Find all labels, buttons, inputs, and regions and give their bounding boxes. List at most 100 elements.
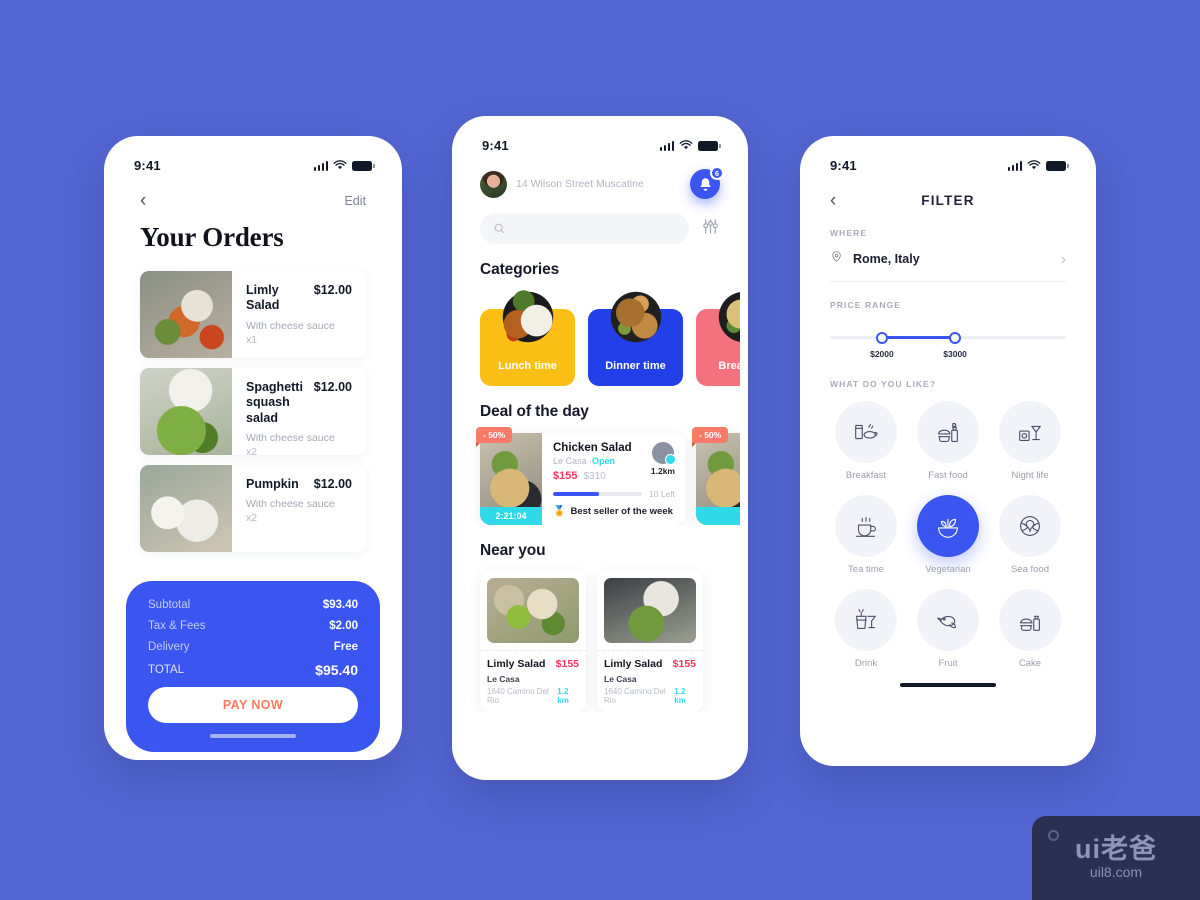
category-card-lunch[interactable]: Lunch time: [480, 281, 575, 386]
category-label: Lunch time: [498, 360, 557, 372]
near-restaurant: Le Casa: [604, 674, 637, 684]
notification-block[interactable]: 6: [690, 166, 724, 199]
near-price: $155: [555, 658, 579, 670]
preference-vegetarian[interactable]: Vegetarian: [916, 495, 980, 575]
preference-nightlife[interactable]: Night life: [998, 401, 1062, 481]
near-price: $155: [672, 658, 696, 670]
likes-label: WHAT DO YOU LIKE?: [830, 379, 937, 389]
order-name: Spaghetti squash salad: [246, 380, 303, 425]
status-bar: 9:41: [808, 144, 1088, 177]
category-card-dinner[interactable]: Dinner time: [588, 281, 683, 386]
vegetarian-icon[interactable]: [917, 495, 979, 557]
price-range-slider[interactable]: $2000 $3000: [808, 331, 1088, 361]
preference-label: Fast food: [928, 470, 968, 481]
order-header: Limly Salad $12.00: [246, 283, 352, 314]
phone-filter: 9:41 ‹ FILTER WHERE Rome, Italy › PRICE …: [800, 136, 1096, 766]
nightlife-icon[interactable]: [999, 401, 1061, 463]
cake-icon[interactable]: [999, 589, 1061, 651]
drink-icon[interactable]: [835, 589, 897, 651]
summary-row-subtotal: Subtotal $93.40: [148, 599, 358, 611]
preference-fruit[interactable]: Fruit: [916, 589, 980, 669]
preference-teatime[interactable]: Tea time: [834, 495, 898, 575]
deal-info: Chicken Salad Le Casa ·Open $155 $310: [553, 442, 632, 482]
avatar[interactable]: [480, 170, 507, 198]
discount-badge: - 50%: [692, 427, 729, 447]
deal-distance-block: 1.2km: [651, 442, 676, 476]
page-title: FILTER: [921, 193, 975, 208]
progress-track: [553, 492, 642, 496]
slider-handle-min[interactable]: [875, 331, 888, 344]
watermark: ui老爸 uil8.com: [1032, 816, 1200, 900]
deal-card[interactable]: - 50% 2:21:04 Chicken Salad Le Casa ·Ope…: [476, 427, 685, 525]
order-row[interactable]: Limly Salad $12.00 With cheese sauce x1: [140, 271, 366, 358]
medal-icon: 🏅: [553, 506, 566, 517]
address-block[interactable]: 14 Wilson Street Muscatine: [480, 170, 644, 198]
deal-card[interactable]: - 50%: [692, 427, 740, 525]
watermark-logo: ui老爸: [1075, 834, 1157, 864]
stock-progress: 10 Left: [553, 489, 675, 499]
order-quantity: x2: [246, 512, 258, 525]
deal-strip[interactable]: - 50% 2:21:04 Chicken Salad Le Casa ·Ope…: [460, 421, 740, 525]
fastfood-icon[interactable]: [917, 401, 979, 463]
signal-icon: [313, 160, 328, 171]
slider-fill: [881, 336, 956, 339]
price-min-label: $2000: [870, 349, 894, 359]
category-label: Dinner time: [605, 360, 666, 372]
category-card-breakfast[interactable]: Breakfast: [696, 281, 740, 386]
category-image: [599, 281, 672, 353]
search-input[interactable]: [480, 213, 689, 244]
near-strip[interactable]: Limly Salad $155 Le Casa 1640 Camino Del…: [460, 560, 740, 712]
edit-button[interactable]: Edit: [344, 194, 366, 208]
preference-seafood[interactable]: Sea food: [998, 495, 1062, 575]
pay-now-button[interactable]: PAY NOW: [148, 687, 358, 723]
near-image: [487, 578, 579, 643]
summary-label: Subtotal: [148, 599, 191, 611]
order-thumbnail: [140, 465, 232, 552]
near-address-row: 1640 Camino Del Rio 1.2 km: [487, 687, 579, 705]
deal-name: Chicken Salad: [553, 442, 632, 454]
order-description: With cheese sauce: [246, 319, 335, 332]
near-name: Limly Salad: [604, 658, 663, 670]
slider-track[interactable]: [830, 331, 1066, 344]
deal-head: Chicken Salad Le Casa ·Open $155 $310 1.…: [553, 442, 676, 482]
deal-prices: $155 $310: [553, 470, 632, 482]
near-address: 1640 Camino Del Rio: [604, 687, 666, 705]
deal-image: [696, 433, 740, 525]
seafood-icon[interactable]: [999, 495, 1061, 557]
summary-value: $93.40: [322, 599, 358, 611]
where-label: WHERE: [830, 228, 868, 238]
status-time: 9:41: [134, 158, 161, 173]
phone-home: 9:41 14 Wilson Street Muscatine 6 Catego…: [452, 116, 748, 780]
order-price: $12.00: [313, 283, 352, 297]
filter-tune-icon[interactable]: [701, 217, 720, 241]
deal-body: Chicken Salad Le Casa ·Open $155 $310 1.…: [542, 433, 685, 525]
preference-cake[interactable]: Cake: [998, 589, 1062, 669]
preference-label: Vegetarian: [925, 564, 971, 575]
deal-status: Open: [592, 456, 616, 466]
categories-strip[interactable]: Lunch time Dinner time Breakfast: [460, 279, 740, 386]
total-value: $95.40: [315, 662, 358, 678]
notification-badge: 6: [709, 166, 724, 180]
order-price: $12.00: [313, 380, 352, 394]
address-text: 14 Wilson Street Muscatine: [516, 178, 644, 190]
preference-fastfood[interactable]: Fast food: [916, 401, 980, 481]
fruit-icon[interactable]: [917, 589, 979, 651]
back-icon[interactable]: ‹: [140, 191, 146, 210]
preference-breakfast[interactable]: Breakfast: [834, 401, 898, 481]
near-card[interactable]: Limly Salad $155 Le Casa 1640 Camino Del…: [597, 571, 703, 712]
wifi-icon: [679, 140, 693, 150]
slider-handle-max[interactable]: [949, 331, 962, 344]
breakfast-icon[interactable]: [835, 401, 897, 463]
chevron-right-icon[interactable]: ›: [1061, 251, 1066, 268]
preference-label: Night life: [1011, 470, 1049, 481]
where-row[interactable]: Rome, Italy ›: [808, 250, 1088, 268]
near-card[interactable]: Limly Salad $155 Le Casa 1640 Camino Del…: [480, 571, 586, 712]
teatime-icon[interactable]: [835, 495, 897, 557]
order-details: Pumpkin $12.00 With cheese sauce x2: [232, 465, 366, 552]
preference-drink[interactable]: Drink: [834, 589, 898, 669]
order-row[interactable]: Spaghetti squash salad $12.00 With chees…: [140, 368, 366, 455]
category-label: Breakfast: [718, 360, 740, 372]
categories-title: Categories: [480, 261, 560, 278]
deal-price-now: $155: [553, 470, 578, 482]
order-row[interactable]: Pumpkin $12.00 With cheese sauce x2: [140, 465, 366, 552]
